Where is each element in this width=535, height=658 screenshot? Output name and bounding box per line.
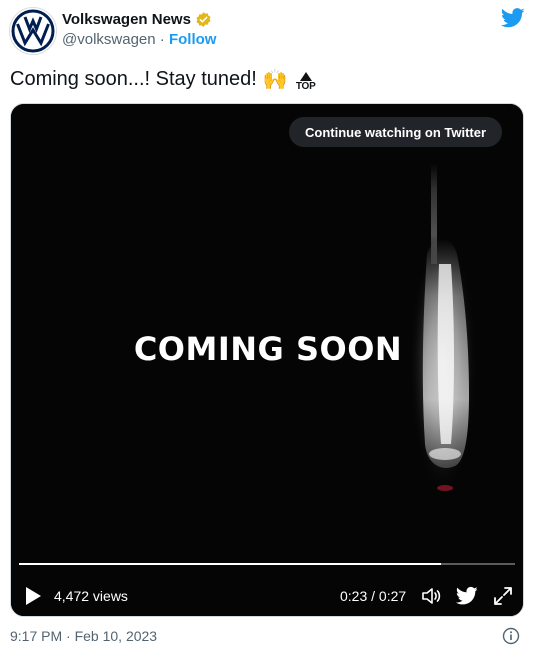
tweet-timestamp[interactable]: 9:17 PM · Feb 10, 2023 [10,628,157,644]
top-label: TOP [295,81,316,92]
vw-logo-icon [11,9,55,53]
follow-link[interactable]: Follow [169,31,217,48]
play-icon[interactable] [24,586,42,606]
fullscreen-icon[interactable] [493,586,513,606]
handle-row: @volkswagen · Follow [62,31,216,48]
avatar[interactable] [9,7,57,55]
view-count: 4,472 views [54,588,128,604]
continue-watching-button[interactable]: Continue watching on Twitter [289,117,503,147]
video-time: 0:23 / 0:27 [340,588,407,604]
video-progress-bar[interactable] [19,563,515,565]
video-progress-fill [19,563,441,565]
tweet-text: Coming soon...! Stay tuned! 🙌 TOP [10,66,318,92]
info-icon[interactable] [502,627,520,645]
coming-soon-overlay: COMING SOON [133,330,403,368]
embedded-tweet: Volkswagen News @volkswagen · Follow Com… [0,0,535,658]
top-arrow-emoji: TOP [294,66,318,92]
tweet-body: Coming soon...! Stay tuned! [10,67,257,90]
twitter-bird-icon[interactable] [501,8,525,28]
account-handle[interactable]: @volkswagen [62,31,156,48]
top-arrow-icon [299,72,312,81]
raised-hands-emoji: 🙌 [262,68,288,91]
video-player[interactable]: COMING SOON Continue watching on Twitter… [10,103,524,617]
video-controls: 4,472 views 0:23 / 0:27 [11,578,523,614]
volume-icon[interactable] [421,586,441,606]
account-name[interactable]: Volkswagen News [62,11,191,28]
handle-separator: · [159,31,165,48]
author-block: Volkswagen News @volkswagen · Follow [62,10,216,49]
verified-badge-icon [196,11,211,27]
twitter-icon[interactable] [456,586,478,606]
